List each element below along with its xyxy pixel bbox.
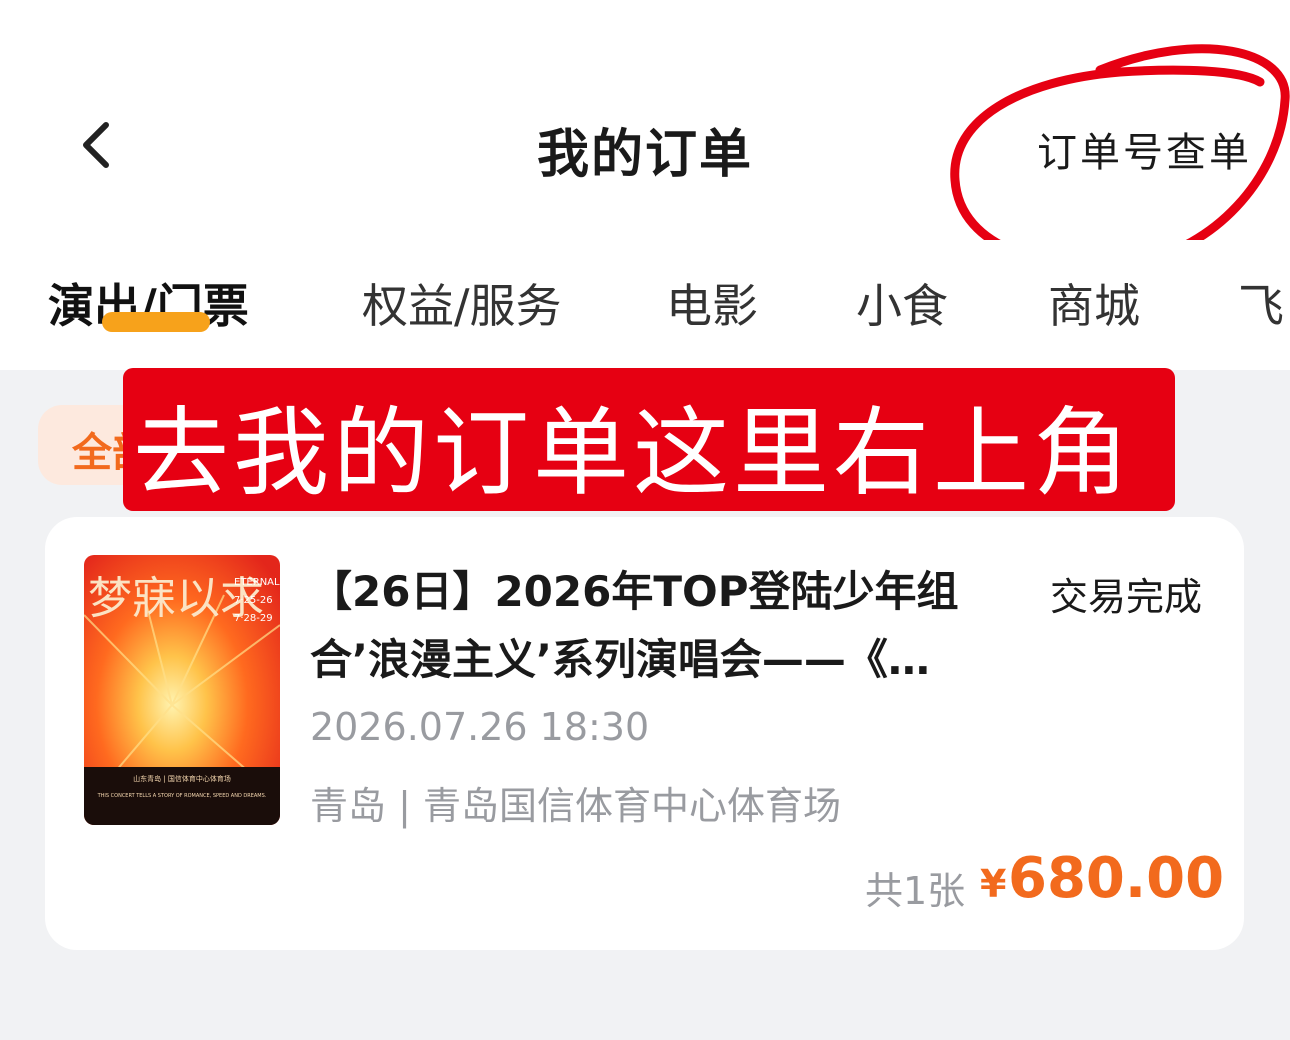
- poster-dates: 7·25-26: [234, 595, 273, 606]
- poster-dates-2: 7·28-29: [234, 613, 273, 624]
- tab-flights[interactable]: 飞: [1238, 270, 1284, 336]
- event-venue: 青岛 | 青岛国信体育中心体育场: [310, 784, 841, 828]
- active-tab-indicator: [102, 312, 210, 332]
- price-currency: ¥: [980, 862, 1007, 906]
- tab-rights-services[interactable]: 权益/服务: [362, 270, 562, 336]
- annotation-banner-text: 去我的订单这里右上角: [133, 397, 1133, 509]
- event-poster[interactable]: 梦寐以求 ETERNAL BLOSSOM 7·25-26 7·28-29 山东青…: [84, 555, 280, 825]
- ticket-count: 共1张: [865, 869, 966, 913]
- poster-side-text: ETERNAL BLOSSOM: [234, 577, 280, 588]
- order-number-lookup-button[interactable]: 订单号查单: [1037, 120, 1252, 178]
- tab-snacks[interactable]: 小食: [856, 270, 948, 336]
- nav-bar: 我的订单 订单号查单: [0, 0, 1290, 240]
- tab-movies[interactable]: 电影: [666, 270, 758, 336]
- event-title[interactable]: 【26日】2026年TOP登陆少年组合’浪漫主义’系列演唱会——《…: [310, 558, 1030, 694]
- category-tabs: 演出/门票 权益/服务 电影 小食 商城 飞: [0, 240, 1290, 370]
- poster-tagline: THIS CONCERT TELLS A STORY OF ROMANCE, S…: [97, 793, 267, 799]
- order-status: 交易完成: [1050, 575, 1203, 619]
- event-datetime: 2026.07.26 18:30: [310, 705, 650, 749]
- tab-mall[interactable]: 商城: [1048, 270, 1140, 336]
- poster-venue-line: 山东青岛 | 国信体育中心体育场: [133, 774, 231, 783]
- order-price: 680.00: [1008, 846, 1225, 911]
